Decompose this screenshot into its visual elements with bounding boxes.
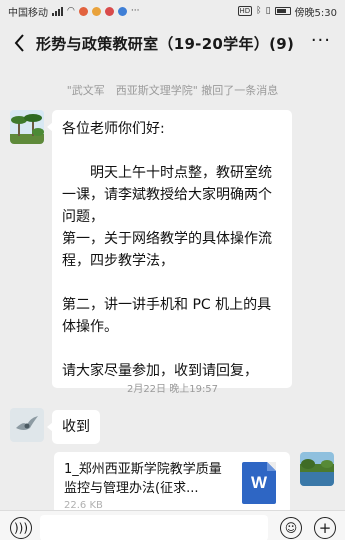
message-bubble[interactable]: 收到 [47,410,100,444]
bluetooth-icon: ᛒ [256,6,262,16]
notification-icon [91,6,101,16]
word-icon-letter: W [250,473,268,492]
input-bar: ))) ☺ + [0,510,345,540]
notification-icon [78,6,88,16]
bird-avatar-image [10,408,44,442]
palm-tree-avatar-image [10,110,44,144]
plus-icon: + [318,519,332,537]
voice-button[interactable]: ))) [10,517,32,539]
message-line [62,338,282,360]
add-button[interactable]: + [314,517,336,539]
vibrate-icon: ▯ [265,6,271,16]
file-message[interactable]: 1_郑州西亚斯学院教学质量监控与管理办法(征求... 22.6 KB W [54,452,290,514]
battery-icon [274,7,291,15]
signal-icon [52,6,63,16]
message-line: 明天上午十时点整，教研室统一课，请李斌教授给大家明确两个问题， [62,165,272,225]
message-line: 请大家尽量参加，收到请回复， [62,363,258,379]
more-options-button[interactable]: ··· [311,30,331,52]
status-bar: 中国移动 ◠ ··· HD ᛒ ▯ 傍晚5:30 [0,0,345,22]
avatar[interactable] [300,452,334,486]
system-message: "武文军 西亚斯文理学院" 撤回了一条消息 [66,84,279,97]
lake-avatar-image [300,452,334,486]
notification-icon [104,6,114,16]
wifi-icon: ◠ [67,6,75,16]
more-notifications-icon: ··· [130,6,140,16]
file-name: 1_郑州西亚斯学院教学质量监控与管理办法(征求... [64,462,222,496]
word-document-icon: W [242,462,276,504]
message-input[interactable] [40,515,268,540]
back-button[interactable] [8,28,30,58]
notification-icon [117,6,127,16]
avatar[interactable] [10,408,44,442]
avatar[interactable] [10,110,44,144]
message-line [62,272,282,294]
chat-header: 形势与政策教研室（19-20学年）(9) ··· [0,22,345,64]
hd-badge: HD [237,6,253,16]
message-line: 第二，讲一讲手机和 PC 机上的具体操作。 [62,297,272,335]
voice-icon: ))) [13,521,29,535]
smiley-icon: ☺ [284,521,298,535]
chat-title: 形势与政策教研室（19-20学年）(9) [36,34,295,53]
message-line: 各位老师你们好: [62,121,165,137]
clock-label: 傍晚5:30 [294,7,337,19]
emoji-button[interactable]: ☺ [280,517,302,539]
timestamp: 2月22日 晚上19:57 [126,384,219,395]
message-bubble[interactable]: 各位老师你们好: 明天上午十时点整，教研室统一课，请李斌教授给大家明确两个问题，… [47,110,292,388]
message-line: 第一，关于网络教学的具体操作流程，四步教学法， [62,231,272,269]
message-line [62,140,282,162]
chevron-left-icon [14,34,24,52]
carrier-label: 中国移动 [8,7,48,19]
